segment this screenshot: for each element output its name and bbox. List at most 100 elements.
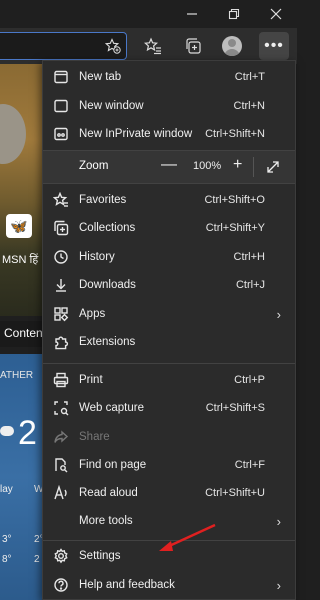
zoom-row: Zoom — 100% + <box>43 151 295 183</box>
new-tab-icon <box>53 69 69 85</box>
zoom-label: Zoom <box>79 160 109 172</box>
menu-item-label: Settings <box>79 550 121 562</box>
history-icon <box>53 249 69 265</box>
forecast-temp: 3° <box>2 534 12 545</box>
menu-item-new-tab[interactable]: New tab Ctrl+T <box>43 63 295 91</box>
printer-icon <box>53 372 69 388</box>
menu-item-label: New tab <box>79 71 122 83</box>
menu-divider <box>43 363 295 364</box>
chevron-right-icon: › <box>276 513 281 529</box>
zoom-out-button[interactable]: — <box>161 156 177 174</box>
hero-decoration <box>0 104 26 164</box>
menu-item-label: Favorites <box>79 194 127 206</box>
menu-item-label: Help and feedback <box>79 579 175 591</box>
forecast-day: lay <box>0 484 13 495</box>
menu-item-history[interactable]: History Ctrl+H <box>43 243 295 271</box>
forecast-temp: 8° <box>2 554 12 565</box>
menu-divider <box>43 183 295 184</box>
cloud-icon <box>0 426 14 436</box>
menu-item-help-and-feedback[interactable]: Help and feedback › <box>43 571 295 599</box>
menu-item-new-inprivate-window[interactable]: New InPrivate window Ctrl+Shift+N <box>43 120 295 148</box>
content-tab[interactable]: Conten <box>0 321 42 347</box>
shortcut-text: Ctrl+F <box>234 459 265 471</box>
menu-item-label: Apps <box>79 308 106 320</box>
browser-toolbar: ••• <box>0 28 297 64</box>
help-icon <box>53 577 69 593</box>
menu-item-label: New window <box>79 100 144 112</box>
menu-item-label: Downloads <box>79 279 136 291</box>
shortcut-text: Ctrl+H <box>233 251 265 263</box>
hero-image: 🦋 MSN हिं <box>0 64 42 316</box>
menu-item-collections[interactable]: Collections Ctrl+Shift+Y <box>43 214 295 242</box>
shortcut-text: Ctrl+Shift+Y <box>205 222 265 234</box>
shortcut-text: Ctrl+Shift+N <box>205 128 265 140</box>
chevron-right-icon: › <box>276 306 281 322</box>
settings-and-more-button[interactable]: ••• <box>259 32 289 60</box>
menu-item-favorites[interactable]: Favorites Ctrl+Shift+O <box>43 186 295 214</box>
apps-icon <box>53 306 69 322</box>
menu-item-label: Read aloud <box>79 487 138 499</box>
fullscreen-icon[interactable] <box>265 159 281 180</box>
avatar-icon <box>222 36 242 56</box>
share-icon <box>53 429 69 445</box>
menu-item-web-capture[interactable]: Web capture Ctrl+Shift+S <box>43 394 295 422</box>
background-page: 🦋 MSN हिं Conten ATHER 2 lay W 3° 2° 8° … <box>0 64 42 600</box>
extensions-puzzle-icon <box>53 334 69 350</box>
address-bar[interactable] <box>0 32 127 60</box>
restore-button[interactable] <box>213 0 255 28</box>
favorites-bar-icon[interactable] <box>140 34 166 58</box>
menu-item-label: Find on page <box>79 459 147 471</box>
minimize-button[interactable] <box>171 0 213 28</box>
annotation-arrow-icon <box>159 523 216 551</box>
profile-avatar[interactable] <box>219 34 245 58</box>
read-aloud-icon <box>53 485 69 501</box>
menu-item-label: New InPrivate window <box>79 128 193 140</box>
forecast-day: W <box>34 484 42 495</box>
forecast-temp: 2° <box>34 534 42 545</box>
favorites-icon <box>53 192 69 208</box>
shortcut-text: Ctrl+P <box>234 374 265 386</box>
menu-item-label: Extensions <box>79 336 136 348</box>
shortcut-text: Ctrl+Shift+U <box>205 487 265 499</box>
menu-item-label: More tools <box>79 515 133 527</box>
find-on-page-icon <box>53 457 69 473</box>
menu-item-read-aloud[interactable]: Read aloud Ctrl+Shift+U <box>43 479 295 507</box>
inprivate-window-icon <box>53 126 69 142</box>
add-favorite-icon[interactable] <box>104 38 121 59</box>
msn-text: MSN हिं <box>2 254 39 266</box>
zoom-divider <box>253 157 254 177</box>
menu-item-share[interactable]: Share <box>43 423 295 451</box>
menu-item-label: Collections <box>79 222 136 234</box>
chevron-right-icon: › <box>276 577 281 593</box>
menu-item-extensions[interactable]: Extensions <box>43 328 295 356</box>
gear-icon <box>53 548 69 564</box>
forecast-temp: 2 <box>34 554 40 565</box>
shortcut-text: Ctrl+Shift+S <box>205 402 265 414</box>
menu-item-label: Web capture <box>79 402 144 414</box>
zoom-in-button[interactable]: + <box>233 156 242 174</box>
menu-item-find-on-page[interactable]: Find on page Ctrl+F <box>43 451 295 479</box>
menu-item-print[interactable]: Print Ctrl+P <box>43 366 295 394</box>
menu-item-label: Share <box>79 431 110 443</box>
settings-and-more-menu: New tab Ctrl+T New window Ctrl+N New InP… <box>42 60 296 600</box>
close-button[interactable] <box>255 0 297 28</box>
menu-item-label: History <box>79 251 115 263</box>
download-icon <box>53 277 69 293</box>
msn-logo-icon[interactable]: 🦋 <box>6 214 32 238</box>
web-capture-icon <box>53 400 69 416</box>
zoom-level: 100% <box>193 160 222 172</box>
current-temperature: 2 <box>18 414 37 452</box>
menu-item-label: Print <box>79 374 103 386</box>
weather-heading: ATHER <box>0 370 34 381</box>
shortcut-text: Ctrl+J <box>235 279 265 291</box>
window-caption-controls <box>171 0 297 28</box>
shortcut-text: Ctrl+N <box>233 100 265 112</box>
menu-item-downloads[interactable]: Downloads Ctrl+J <box>43 271 295 299</box>
menu-item-new-window[interactable]: New window Ctrl+N <box>43 92 295 120</box>
menu-item-apps[interactable]: Apps › <box>43 300 295 328</box>
shortcut-text: Ctrl+T <box>234 71 265 83</box>
shortcut-text: Ctrl+Shift+O <box>204 194 265 206</box>
weather-card[interactable]: ATHER 2 lay W 3° 2° 8° 2 <box>0 354 42 600</box>
collections-icon <box>53 220 69 236</box>
collections-icon[interactable] <box>180 34 206 58</box>
